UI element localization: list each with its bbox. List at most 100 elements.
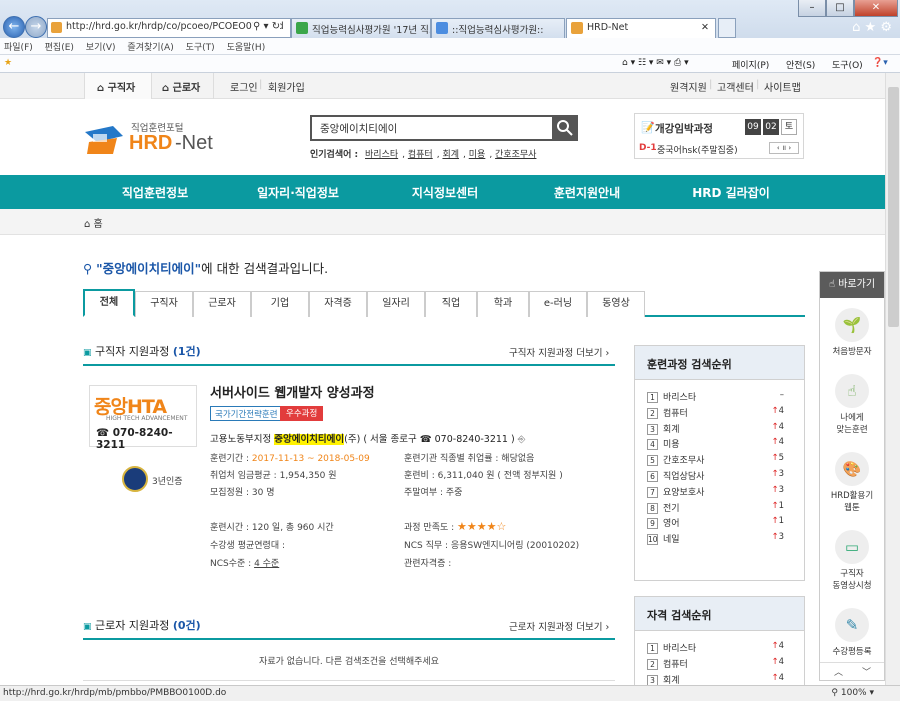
quick-video[interactable]: ▭ 구직자 동영상시청	[820, 530, 884, 592]
rank-item[interactable]: 6 직업상담사 ↑3	[647, 469, 792, 482]
nav-training-support[interactable]: 훈련지원안내	[522, 184, 652, 201]
worker-more-link[interactable]: 근로자 지원과정 더보기 ›	[509, 619, 609, 633]
browser-tab-active[interactable]: HRD-Net ✕	[566, 18, 716, 38]
popular-term[interactable]: 미용	[469, 150, 486, 160]
menu-help[interactable]: 도움말(H)	[227, 43, 266, 53]
map-link-icon[interactable]: ⎆	[518, 434, 526, 445]
popular-term[interactable]: 회계	[442, 150, 459, 160]
sitemap-link[interactable]: 사이트맵	[764, 79, 801, 94]
logo-net: -Net	[175, 132, 213, 154]
browser-tab-2[interactable]: ::직업능력심사평가원::	[431, 18, 565, 38]
nav-hrd-guide[interactable]: HRD 길라잡이	[666, 184, 796, 201]
home-cmd-icon[interactable]: ⌂ ▾ ☷ ▾ ✉ ▾ ⎙ ▾	[622, 58, 689, 68]
rank-item[interactable]: 3 회계 ↑4	[647, 673, 792, 686]
scrollbar-thumb[interactable]	[888, 87, 899, 327]
nav-knowledge-center[interactable]: 지식정보센터	[380, 184, 510, 201]
cmd-tools[interactable]: 도구(O)	[832, 58, 863, 71]
rank-number: 6	[647, 471, 658, 482]
rank-item[interactable]: 10 네일 ↑3	[647, 532, 792, 546]
page-scrollbar[interactable]	[885, 73, 900, 685]
hand-icon: ☝	[828, 279, 836, 290]
rank-number: 1	[647, 392, 658, 403]
menu-edit[interactable]: 편집(E)	[45, 43, 74, 53]
rank-term: 회계	[663, 424, 680, 435]
rank-item[interactable]: 2 컴퓨터 ↑4	[647, 406, 792, 419]
quick-review[interactable]: ✎ 수강평등록	[820, 608, 884, 658]
rank-term: 바리스타	[663, 393, 697, 403]
tab-worker[interactable]: 근로자	[193, 291, 251, 317]
rank-item[interactable]: 8 전기 ↑1	[647, 501, 792, 514]
hrd-net-logo[interactable]: 직업훈련포털 HRD -Net	[83, 120, 223, 160]
cmd-safety[interactable]: 안전(S)	[786, 58, 815, 71]
schedule-pager[interactable]: ‹ ॥ ›	[769, 142, 799, 154]
rank-item[interactable]: 2 컴퓨터 ↑4	[647, 657, 792, 670]
course-title[interactable]: 서버사이드 웹개발자 양성과정	[210, 382, 375, 401]
tab-major[interactable]: 학과	[477, 291, 529, 317]
menu-file[interactable]: 파일(F)	[4, 43, 33, 53]
search-input[interactable]: 중앙에이치티에이	[310, 115, 554, 141]
rank-item[interactable]: 1 바리스타 ↑4	[647, 641, 792, 654]
rank-item[interactable]: 5 간호조무사 ↑5	[647, 453, 792, 467]
cmd-page[interactable]: 페이지(P)	[732, 58, 769, 71]
job-seeker-tab[interactable]: ⌂ 구직자	[84, 73, 152, 99]
minimize-button[interactable]: –	[798, 0, 826, 17]
quick-matching-training[interactable]: ☝ 나에게 맞는훈련	[820, 374, 884, 436]
menu-tools[interactable]: 도구(T)	[186, 43, 215, 53]
worker-tab[interactable]: ⌂ 근로자	[152, 73, 214, 99]
tab-elearning[interactable]: e-러닝	[529, 291, 587, 317]
rank-item[interactable]: 7 요양보호사 ↑3	[647, 485, 792, 498]
popular-term[interactable]: 바리스타	[365, 150, 398, 160]
browser-tab-1[interactable]: 직업능력심사평가원 '17년 직...	[291, 18, 431, 38]
org-name-highlight[interactable]: 중앙에이치티에이	[274, 434, 345, 445]
course-rank-panel: 훈련과정 검색순위 1 바리스타 –2 컴퓨터 ↑4 3 회계 ↑4 4 미용 ↑4 5 간호조무사 ↑5…	[634, 345, 805, 581]
remote-support-link[interactable]: 원격지원	[670, 79, 707, 94]
menu-view[interactable]: 보기(V)	[86, 43, 116, 53]
home-star-gear-icons[interactable]: ⌂ ★ ⚙	[852, 20, 892, 35]
rank-item[interactable]: 9 영어 ↑1	[647, 516, 792, 530]
rank-item[interactable]: 1 바리스타 –	[647, 390, 792, 403]
new-tab-button[interactable]	[718, 18, 736, 38]
tab-occupation[interactable]: 직업	[425, 291, 477, 317]
rank-item[interactable]: 3 회계 ↑4	[647, 422, 792, 435]
help-icon[interactable]: ❓▾	[872, 58, 888, 68]
nav-job-info[interactable]: 일자리·직업정보	[233, 184, 363, 201]
back-button[interactable]: ←	[3, 16, 25, 38]
cert-rank-panel: 자격 검색순위 1 바리스타 ↑4 2 컴퓨터 ↑4 3 회계 ↑4	[634, 596, 805, 686]
job-seeker-more-link[interactable]: 구직자 지원과정 더보기 ›	[509, 345, 609, 359]
rank-item[interactable]: 4 미용 ↑4	[647, 437, 792, 451]
tab-job-seeker[interactable]: 구직자	[135, 291, 193, 317]
signup-link[interactable]: 회원가입	[268, 79, 305, 94]
tab-video[interactable]: 동영상	[587, 291, 645, 317]
average-age: 수강생 평균연령대 :	[210, 541, 285, 551]
breadcrumb-home: 홈	[93, 219, 103, 230]
command-bar: ★ ⌂ ▾ ☷ ▾ ✉ ▾ ⎙ ▾ 페이지(P) 안전(S) 도구(O) ❓▾	[0, 55, 900, 73]
main-navigation: 직업훈련정보 일자리·직업정보 지식정보센터 훈련지원안내 HRD 길라잡이	[0, 175, 885, 209]
ncs-level-link[interactable]: 4 수준	[254, 559, 279, 569]
quick-scroll-arrows[interactable]: ︿ ﹀	[820, 662, 884, 680]
customer-center-link[interactable]: 고객센터	[717, 79, 754, 94]
forward-button[interactable]: →	[25, 16, 47, 38]
tab-company[interactable]: 기업	[251, 291, 309, 317]
quick-webtoon[interactable]: 🎨 HRD활용기 웹툰	[820, 452, 884, 514]
zoom-level[interactable]: ⚲ 100% ▾	[831, 688, 874, 698]
org-logo-box[interactable]: 중앙HTA HIGH TECH ADVANCEMENT ☎ 070-8240-3…	[89, 385, 197, 451]
nav-training-info[interactable]: 직업훈련정보	[90, 184, 220, 201]
menu-favorites[interactable]: 즐겨찾기(A)	[127, 43, 173, 53]
cert-rank-title: 자격 검색순위	[635, 597, 804, 631]
close-window-button[interactable]: ✕	[854, 0, 898, 17]
tab-certificate[interactable]: 자격증	[309, 291, 367, 317]
search-button[interactable]	[552, 115, 578, 141]
maximize-button[interactable]: □	[826, 0, 854, 17]
login-link[interactable]: 로그인	[230, 79, 258, 94]
tab-jobs[interactable]: 일자리	[367, 291, 425, 317]
quick-first-visitor[interactable]: 🌱 처음방문자	[820, 308, 884, 358]
schedule-course[interactable]: 중국어hsk(주말집중)	[657, 143, 738, 156]
popular-term[interactable]: 간호조무사	[495, 150, 536, 160]
popular-term[interactable]: 컴퓨터	[408, 150, 433, 160]
tab-all[interactable]: 전체	[83, 289, 135, 317]
rank-up-icon: ↑	[771, 437, 779, 448]
favorites-star-icon[interactable]: ★	[4, 58, 12, 68]
address-search-icon[interactable]: ⚲ ▾ ↻	[253, 21, 281, 32]
tab-close-icon[interactable]: ✕	[701, 22, 709, 33]
rank-term: 컴퓨터	[663, 659, 688, 670]
